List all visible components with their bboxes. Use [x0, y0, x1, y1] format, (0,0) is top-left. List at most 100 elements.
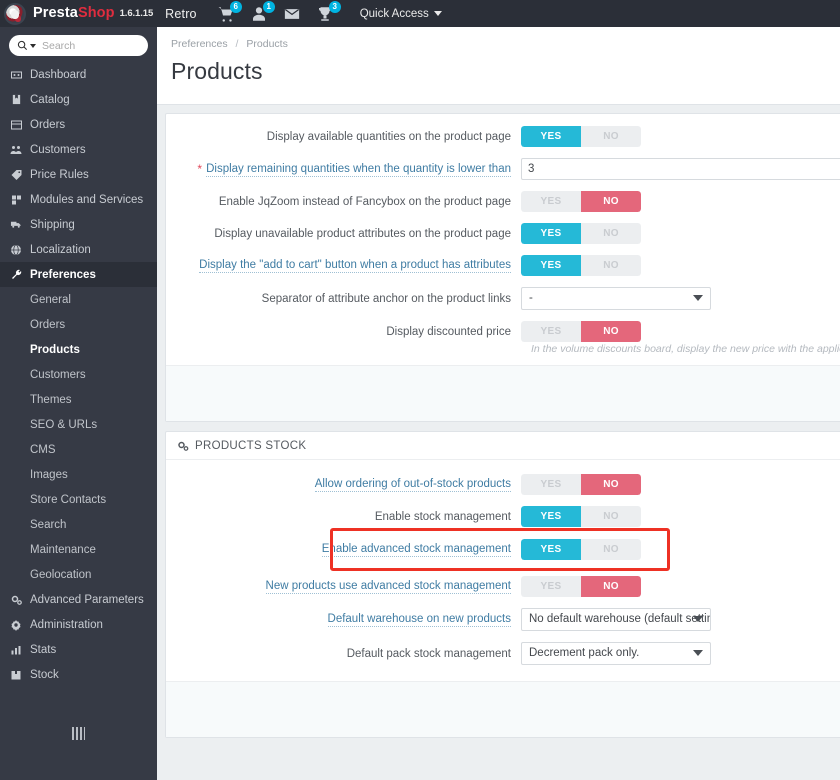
toggle-enable-stock-management[interactable]: YES NO: [521, 506, 641, 527]
quick-access-menu[interactable]: Quick Access: [360, 8, 442, 20]
sidebar-subitem-search[interactable]: Search: [0, 512, 157, 537]
panel-title: PRODUCTS STOCK: [195, 439, 307, 452]
sidebar-submenu-preferences: General Orders Products Customers Themes…: [0, 287, 157, 587]
sidebar-subitem-customers[interactable]: Customers: [0, 362, 157, 387]
sidebar-item-preferences[interactable]: Preferences: [0, 262, 157, 287]
trophy-icon[interactable]: 3: [316, 0, 341, 23]
sidebar-label: Stats: [30, 643, 57, 656]
collapse-handle-icon: [72, 726, 85, 740]
input-remaining-quantities-threshold[interactable]: [521, 158, 840, 180]
toggle-no[interactable]: NO: [581, 474, 641, 495]
sidebar-subitem-themes[interactable]: Themes: [0, 387, 157, 412]
toggle-new-products-advanced-stock[interactable]: YES NO: [521, 576, 641, 597]
sidebar-item-stats[interactable]: Stats: [0, 637, 157, 662]
toggle-display-available-quantities[interactable]: YES NO: [521, 126, 641, 147]
sidebar-subitem-general[interactable]: General: [0, 287, 157, 312]
search-box[interactable]: [9, 35, 148, 56]
globe-icon: [8, 243, 24, 257]
setting-label: Enable JqZoom instead of Fancybox on the…: [218, 195, 511, 208]
shop-name-link[interactable]: Retro: [165, 7, 197, 21]
toggle-yes[interactable]: YES: [521, 539, 581, 560]
toggle-yes[interactable]: YES: [521, 191, 581, 212]
sidebar-subitem-store-contacts[interactable]: Store Contacts: [0, 487, 157, 512]
toggle-display-add-to-cart[interactable]: YES NO: [521, 255, 641, 276]
chevron-down-icon: [693, 650, 703, 656]
sidebar-item-shipping[interactable]: Shipping: [0, 212, 157, 237]
sidebar-item-dashboard[interactable]: Dashboard: [0, 62, 157, 87]
sidebar-subitem-orders[interactable]: Orders: [0, 312, 157, 337]
sidebar-item-administration[interactable]: Administration: [0, 612, 157, 637]
toggle-display-unavailable-attributes[interactable]: YES NO: [521, 223, 641, 244]
toggle-no[interactable]: NO: [581, 191, 641, 212]
toggle-no[interactable]: NO: [581, 576, 641, 597]
sidebar-subitem-seo-urls[interactable]: SEO & URLs: [0, 412, 157, 437]
toggle-no[interactable]: NO: [581, 255, 641, 276]
select-default-pack-stock-management[interactable]: Decrement pack only.: [521, 642, 711, 665]
setting-row-display-unavailable-attributes: Display unavailable product attributes o…: [166, 223, 840, 244]
content-canvas: Display available quantities on the prod…: [157, 105, 840, 780]
version-label: 1.6.1.15: [119, 8, 154, 19]
setting-label[interactable]: Enable advanced stock management: [321, 542, 511, 557]
top-navigation-bar: PrestaShop 1.6.1.15 Retro 6 1 3 Quick Ac…: [0, 0, 840, 27]
customers-icon[interactable]: 1: [250, 0, 275, 23]
toggle-yes[interactable]: YES: [521, 223, 581, 244]
toggle-yes[interactable]: YES: [521, 576, 581, 597]
gears-icon: [8, 593, 24, 607]
price-tag-icon: [8, 168, 24, 182]
envelope-icon[interactable]: [283, 5, 301, 23]
sidebar-sublabel: Images: [30, 468, 68, 481]
chevron-down-icon: [433, 11, 442, 16]
label-cell: Display discounted price: [166, 325, 521, 339]
toggle-yes[interactable]: YES: [521, 506, 581, 527]
sidebar-sublabel: Orders: [30, 318, 66, 331]
toggle-yes[interactable]: YES: [521, 126, 581, 147]
toggle-yes[interactable]: YES: [521, 474, 581, 495]
sidebar-item-localization[interactable]: Localization: [0, 237, 157, 262]
toggle-no[interactable]: NO: [581, 126, 641, 147]
sidebar-collapse-toggle[interactable]: [0, 724, 157, 742]
breadcrumb-parent[interactable]: Preferences: [171, 38, 228, 50]
sidebar-subitem-geolocation[interactable]: Geolocation: [0, 562, 157, 587]
toggle-allow-ordering-out-of-stock[interactable]: YES NO: [521, 474, 641, 495]
shopping-cart-icon[interactable]: 6: [217, 0, 242, 23]
sidebar-subitem-cms[interactable]: CMS: [0, 437, 157, 462]
label-cell: Enable stock management: [166, 510, 521, 524]
toggle-no[interactable]: NO: [581, 321, 641, 342]
products-stock-panel: PRODUCTS STOCK Allow ordering of out-of-…: [165, 431, 840, 738]
search-input[interactable]: [42, 39, 142, 52]
setting-label[interactable]: Default warehouse on new products: [327, 612, 511, 627]
setting-label: Separator of attribute anchor on the pro…: [261, 292, 511, 305]
chevron-down-icon: [693, 616, 703, 622]
sidebar-subitem-maintenance[interactable]: Maintenance: [0, 537, 157, 562]
setting-label[interactable]: Display remaining quantities when the qu…: [206, 162, 511, 177]
sidebar-item-price-rules[interactable]: Price Rules: [0, 162, 157, 187]
sidebar-subitem-products[interactable]: Products: [0, 337, 157, 362]
toggle-yes[interactable]: YES: [521, 255, 581, 276]
search-scope-chevron-icon[interactable]: [30, 43, 36, 48]
toggle-enable-advanced-stock-management[interactable]: YES NO: [521, 539, 641, 560]
toggle-display-discounted-price[interactable]: YES NO: [521, 321, 641, 342]
bar-chart-icon: [8, 643, 24, 657]
sidebar-item-orders[interactable]: Orders: [0, 112, 157, 137]
setting-label[interactable]: Display the "add to cart" button when a …: [199, 258, 511, 273]
sidebar-subitem-images[interactable]: Images: [0, 462, 157, 487]
breadcrumb: Preferences / Products: [171, 38, 840, 50]
prestashop-logo-icon[interactable]: [4, 2, 26, 25]
select-default-warehouse[interactable]: No default warehouse (default settin: [521, 608, 711, 631]
toggle-enable-jqzoom[interactable]: YES NO: [521, 191, 641, 212]
toggle-yes[interactable]: YES: [521, 321, 581, 342]
sidebar-item-catalog[interactable]: Catalog: [0, 87, 157, 112]
select-attribute-anchor-separator[interactable]: -: [521, 287, 711, 310]
toggle-no[interactable]: NO: [581, 506, 641, 527]
setting-label[interactable]: Allow ordering of out-of-stock products: [314, 477, 511, 492]
select-wrap: Decrement pack only.: [521, 642, 711, 665]
sidebar-item-modules-and-services[interactable]: Modules and Services: [0, 187, 157, 212]
main-sidebar: Dashboard Catalog Orders Customers Price…: [0, 27, 157, 780]
sidebar-item-stock[interactable]: Stock: [0, 662, 157, 687]
toggle-no[interactable]: NO: [581, 539, 641, 560]
setting-label[interactable]: New products use advanced stock manageme…: [265, 579, 511, 594]
products-panel-footer: [166, 365, 840, 421]
toggle-no[interactable]: NO: [581, 223, 641, 244]
sidebar-item-advanced-parameters[interactable]: Advanced Parameters: [0, 587, 157, 612]
sidebar-item-customers[interactable]: Customers: [0, 137, 157, 162]
